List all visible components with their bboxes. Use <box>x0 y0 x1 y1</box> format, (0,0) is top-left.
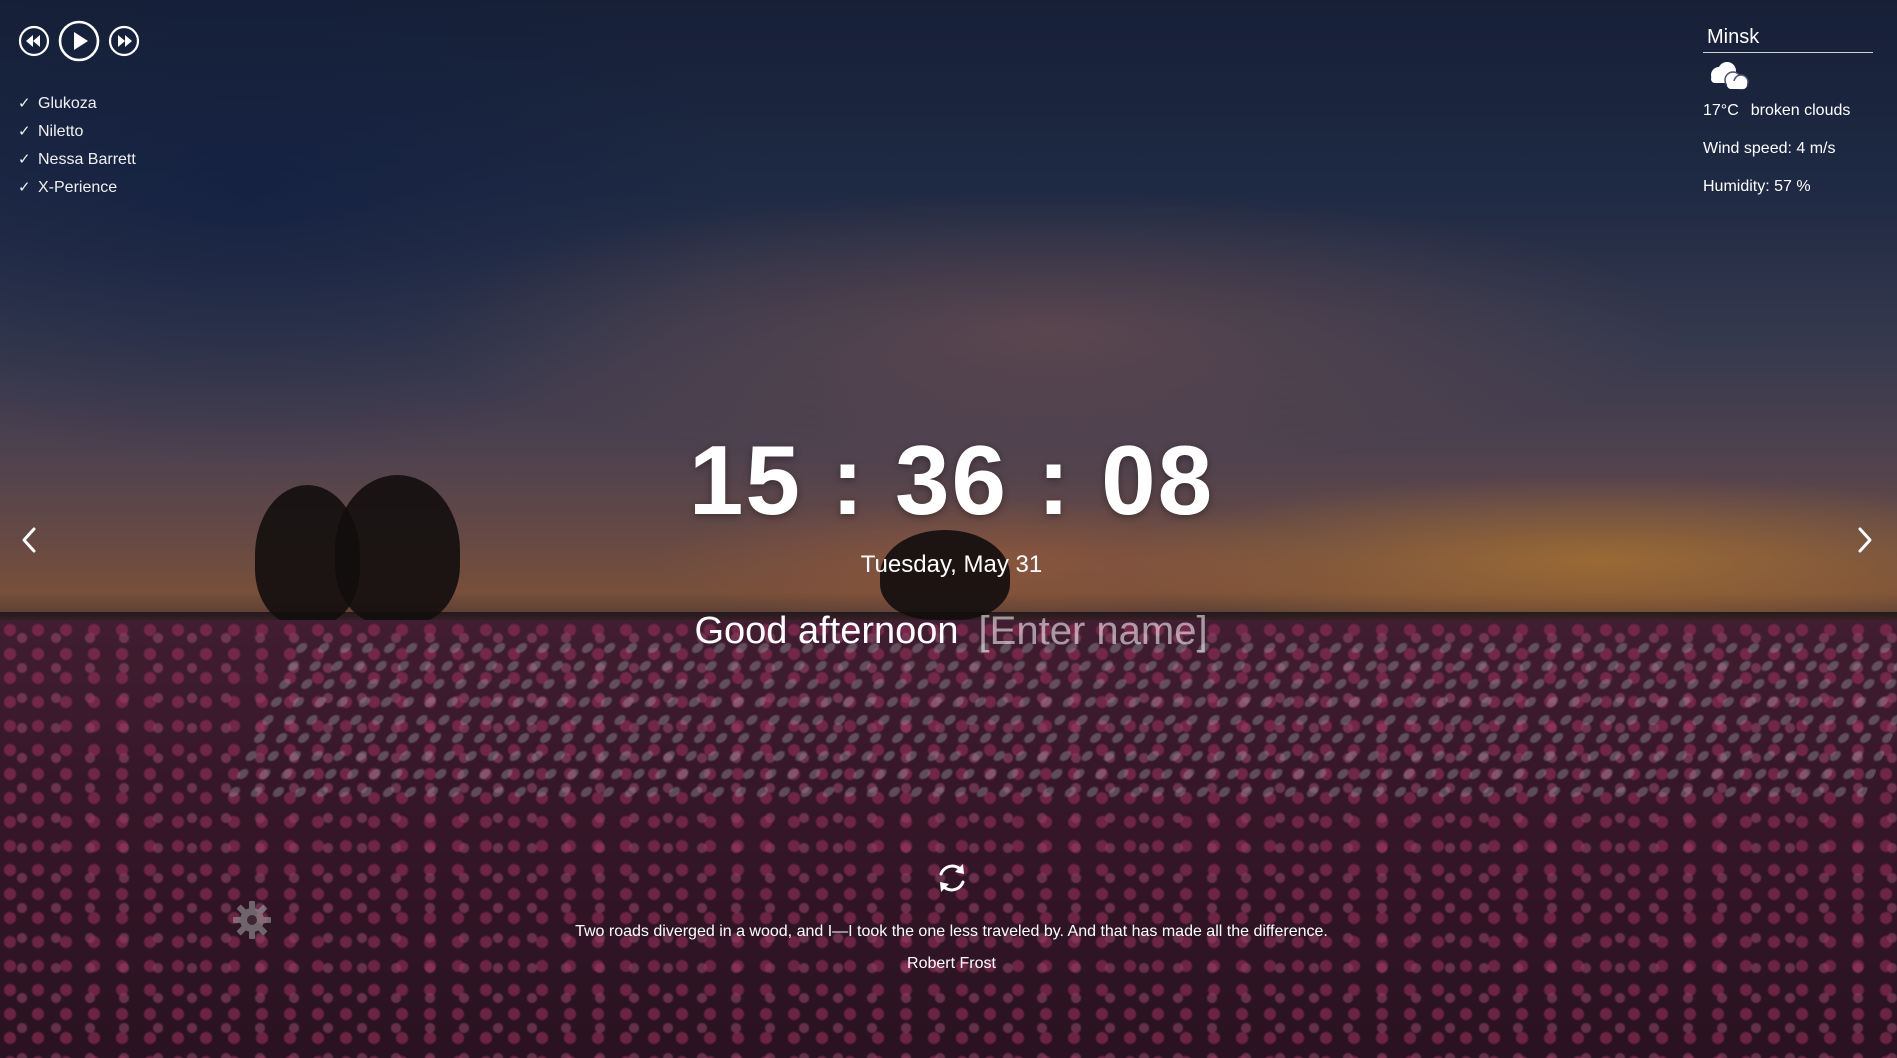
greeting-container: Good afternoon <box>0 606 1897 656</box>
clock-date: Tuesday, May 31 <box>860 551 1043 578</box>
refresh-icon[interactable] <box>932 858 972 903</box>
check-icon: ✓ <box>18 179 31 196</box>
check-icon: ✓ <box>18 151 31 168</box>
weather-summary: 17°C broken clouds <box>1703 101 1873 121</box>
playlist-item[interactable]: ✓ Nessa Barrett <box>18 146 136 174</box>
check-icon: ✓ <box>18 123 31 140</box>
quote-author: Robert Frost <box>907 955 996 972</box>
clock-time: 15 : 36 : 08 <box>688 425 1215 535</box>
rewind-icon[interactable] <box>18 25 50 57</box>
humidity: Humidity: 57 % <box>1703 178 1811 195</box>
playlist-item[interactable]: ✓ Glukoza <box>18 90 136 118</box>
wind-speed: Wind speed: 4 m/s <box>1703 140 1836 157</box>
audio-player-controls <box>18 20 140 62</box>
track-title: Nessa Barrett <box>38 151 136 168</box>
playlist-item[interactable]: ✓ Niletto <box>18 118 136 146</box>
track-title: Glukoza <box>38 95 97 112</box>
name-input[interactable] <box>978 606 1209 656</box>
weather-description: broken clouds <box>1750 102 1851 119</box>
temperature: 17°C <box>1703 102 1739 119</box>
greeting-text: Good afternoon <box>694 610 959 652</box>
background-image: ✓ Glukoza ✓ Niletto ✓ Nessa Barrett ✓ X-… <box>0 0 1897 1058</box>
fast-forward-icon[interactable] <box>108 25 140 57</box>
track-title: Niletto <box>38 123 84 140</box>
play-icon[interactable] <box>58 20 100 62</box>
check-icon: ✓ <box>18 95 31 112</box>
track-title: X-Perience <box>38 179 118 196</box>
city-input[interactable] <box>1703 22 1873 53</box>
quote-text: Two roads diverged in a wood, and I—I to… <box>575 923 1328 940</box>
broken-clouds-icon <box>1705 61 1873 93</box>
playlist-item[interactable]: ✓ X-Perience <box>18 174 136 202</box>
playlist: ✓ Glukoza ✓ Niletto ✓ Nessa Barrett ✓ X-… <box>18 90 136 202</box>
weather-widget: 17°C broken clouds Wind speed: 4 m/s Hum… <box>1703 22 1873 197</box>
